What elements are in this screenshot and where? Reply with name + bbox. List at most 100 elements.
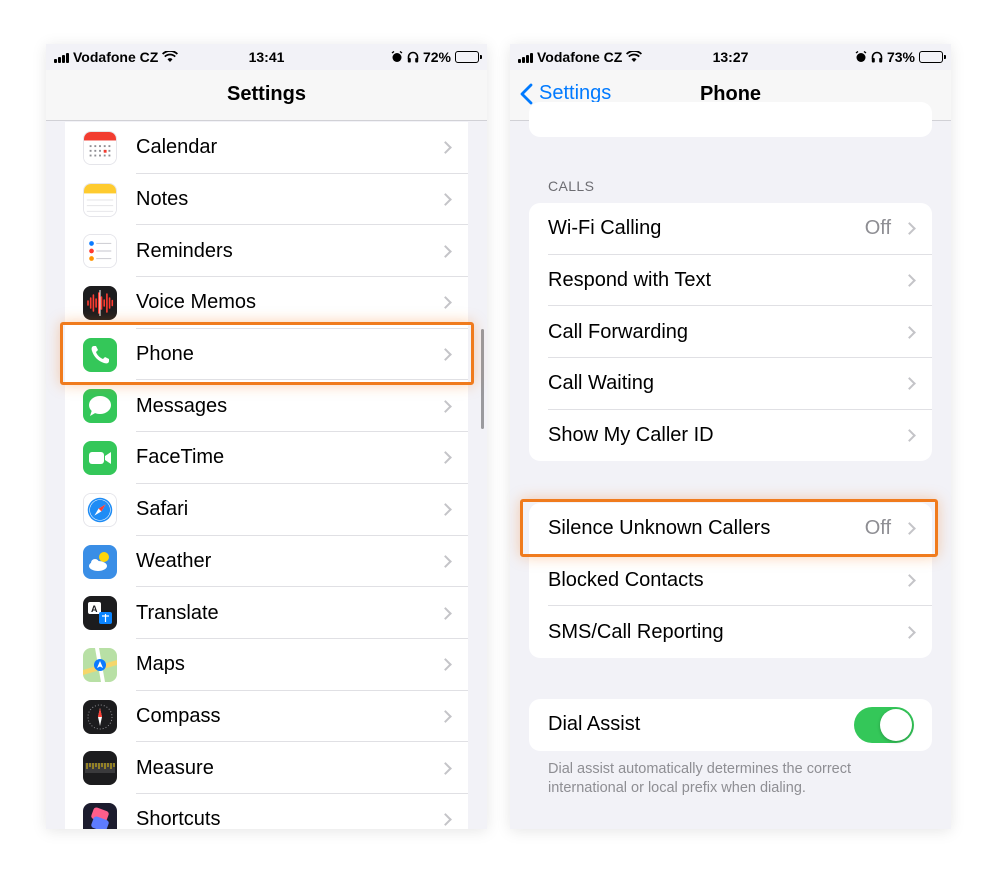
phone-setting-wi-fi-calling[interactable]: Wi-Fi Calling Off bbox=[529, 203, 932, 255]
settings-item-facetime[interactable]: FaceTime bbox=[65, 432, 468, 484]
weather-icon bbox=[83, 544, 117, 579]
chevron-right-icon bbox=[439, 710, 452, 723]
settings-item-label: Notes bbox=[136, 188, 189, 211]
settings-item-label: Weather bbox=[136, 549, 212, 572]
chevron-right-icon bbox=[439, 761, 452, 775]
settings-item-label: Reminders bbox=[136, 239, 233, 262]
settings-item-compass[interactable]: Compass bbox=[65, 691, 468, 743]
chevron-right-icon bbox=[439, 451, 452, 465]
chevron-right-icon bbox=[439, 399, 452, 413]
chevron-right-icon bbox=[439, 658, 452, 672]
notes-icon bbox=[83, 182, 117, 217]
setting-label: Blocked Contacts bbox=[548, 569, 704, 592]
chevron-right-icon bbox=[439, 554, 452, 568]
settings-item-reminders[interactable]: Reminders bbox=[65, 225, 468, 278]
chevron-right-icon bbox=[903, 377, 916, 391]
settings-item-shortcuts[interactable]: Shortcuts bbox=[65, 794, 468, 829]
dial-assist-row: Dial Assist bbox=[529, 699, 932, 751]
phone-setting-call-waiting[interactable]: Call Waiting bbox=[529, 358, 932, 410]
settings-item-label: FaceTime bbox=[136, 446, 225, 469]
headphones-icon bbox=[871, 51, 883, 63]
translate-icon: A bbox=[83, 596, 117, 631]
setting-label: Call Forwarding bbox=[548, 320, 689, 343]
messages-icon bbox=[83, 389, 117, 424]
setting-value: Off bbox=[864, 217, 891, 240]
chevron-right-icon bbox=[903, 325, 916, 339]
settings-item-notes[interactable]: Notes bbox=[65, 174, 468, 226]
setting-value: Off bbox=[864, 517, 891, 540]
measure-icon bbox=[83, 751, 117, 786]
setting-label: Show My Caller ID bbox=[548, 424, 714, 447]
chevron-right-icon bbox=[439, 296, 452, 310]
phone-setting-respond-with-text[interactable]: Respond with Text bbox=[529, 255, 932, 307]
dial-assist-toggle[interactable] bbox=[854, 707, 914, 743]
section-header-calls: CALLS bbox=[548, 178, 595, 194]
maps-icon bbox=[83, 647, 117, 682]
phone-setting-silence-unknown-callers[interactable]: Silence Unknown Callers Off bbox=[529, 503, 932, 555]
alarm-icon bbox=[391, 51, 403, 62]
status-bar: Vodafone CZ 13:27 73% bbox=[510, 44, 951, 70]
settings-item-label: Measure bbox=[136, 756, 214, 779]
calendar-icon bbox=[83, 131, 117, 165]
phone-setting-blocked-contacts[interactable]: Blocked Contacts bbox=[529, 555, 932, 607]
dial-assist-note: Dial assist automatically determines the… bbox=[548, 761, 852, 796]
settings-item-translate[interactable]: A Translate bbox=[65, 587, 468, 639]
settings-item-label: Compass bbox=[136, 704, 221, 727]
battery-icon bbox=[919, 51, 946, 63]
settings-item-label: Maps bbox=[136, 653, 185, 676]
setting-label: Wi-Fi Calling bbox=[548, 217, 662, 240]
settings-item-label: Voice Memos bbox=[136, 291, 257, 314]
facetime-icon bbox=[83, 441, 117, 476]
chevron-right-icon bbox=[903, 429, 916, 442]
toggle-knob bbox=[880, 709, 912, 741]
battery-icon bbox=[455, 51, 482, 63]
settings-list: Calendar Notes Reminders Voice Memos Phone Me… bbox=[65, 122, 468, 829]
settings-item-maps[interactable]: Maps bbox=[65, 639, 468, 691]
dial-assist-group: Dial Assist bbox=[529, 699, 932, 751]
settings-item-label: Phone bbox=[136, 343, 194, 366]
chevron-right-icon bbox=[439, 348, 452, 361]
page-title: Settings bbox=[227, 83, 306, 105]
setting-label: SMS/Call Reporting bbox=[548, 620, 724, 643]
setting-label: Silence Unknown Callers bbox=[548, 517, 771, 540]
chevron-right-icon bbox=[439, 606, 452, 620]
phone-setting-call-forwarding[interactable]: Call Forwarding bbox=[529, 306, 932, 359]
settings-screen: Vodafone CZ 13:41 72% Settings Calendar N… bbox=[46, 44, 487, 829]
settings-item-safari[interactable]: Safari bbox=[65, 484, 468, 536]
shortcuts-icon bbox=[83, 802, 117, 829]
dial-assist-label: Dial Assist bbox=[548, 713, 641, 736]
nav-bar: Settings bbox=[46, 70, 487, 121]
chevron-right-icon bbox=[903, 522, 916, 536]
setting-label: Respond with Text bbox=[548, 269, 712, 292]
settings-item-measure[interactable]: Measure bbox=[65, 742, 468, 794]
chevron-right-icon bbox=[439, 813, 452, 827]
alarm-icon bbox=[855, 51, 867, 62]
chevron-right-icon bbox=[903, 625, 916, 639]
chevron-right-icon bbox=[439, 141, 452, 155]
safari-icon bbox=[83, 492, 117, 527]
battery-percent: 73% bbox=[886, 49, 915, 65]
settings-item-phone[interactable]: Phone bbox=[65, 329, 468, 381]
privacy-group: Silence Unknown Callers Off Blocked Contac… bbox=[529, 503, 932, 659]
settings-item-voice-memos[interactable]: Voice Memos bbox=[65, 277, 468, 329]
status-bar: Vodafone CZ 13:41 72% bbox=[46, 44, 487, 70]
chevron-right-icon bbox=[439, 193, 452, 206]
chevron-right-icon bbox=[903, 222, 916, 236]
settings-item-messages[interactable]: Messages bbox=[65, 380, 468, 433]
previous-group bbox=[529, 102, 932, 137]
chevron-right-icon bbox=[439, 244, 452, 258]
phone-setting-show-my-caller-id[interactable]: Show My Caller ID bbox=[529, 410, 932, 462]
setting-label: Call Waiting bbox=[548, 372, 654, 395]
voice-memos-icon bbox=[83, 286, 117, 321]
settings-item-label: Shortcuts bbox=[136, 808, 221, 829]
svg-text:A: A bbox=[91, 604, 98, 614]
settings-item-calendar[interactable]: Calendar bbox=[65, 122, 468, 174]
phone-settings-screen: Vodafone CZ 13:27 73% Settings Phone CAL… bbox=[510, 44, 951, 829]
settings-item-label: Safari bbox=[136, 498, 189, 521]
phone-setting-sms-call-reporting[interactable]: SMS/Call Reporting bbox=[529, 606, 932, 658]
chevron-right-icon bbox=[903, 574, 916, 587]
settings-item-weather[interactable]: Weather bbox=[65, 536, 468, 588]
phone-icon bbox=[83, 337, 117, 372]
scrollbar[interactable] bbox=[481, 329, 484, 429]
headphones-icon bbox=[407, 51, 419, 63]
